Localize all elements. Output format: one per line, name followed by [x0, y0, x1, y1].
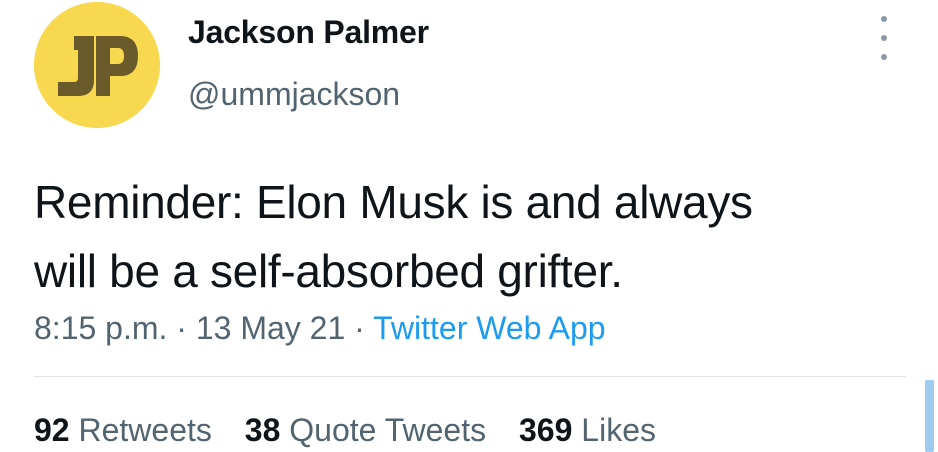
quote-tweets-count: 38	[244, 412, 281, 448]
more-vertical-icon[interactable]	[872, 16, 896, 60]
tweet-time[interactable]: 8:15 p.m.	[34, 310, 167, 346]
likes-label: Likes	[581, 412, 656, 448]
more-dot	[881, 35, 887, 41]
tweet-stats: 92 Retweets 38 Quote Tweets 369 Likes	[34, 412, 680, 449]
quote-tweets-stat[interactable]: 38 Quote Tweets	[245, 412, 486, 448]
avatar[interactable]	[34, 2, 160, 128]
likes-count: 369	[519, 412, 573, 448]
more-dot	[881, 16, 887, 22]
more-dot	[881, 54, 887, 60]
retweets-stat[interactable]: 92 Retweets	[34, 412, 212, 448]
meta-separator: ·	[354, 310, 365, 346]
meta-separator: ·	[176, 310, 187, 346]
tweet-card: Jackson Palmer @ummjackson Reminder: Elo…	[0, 0, 938, 452]
display-name[interactable]: Jackson Palmer	[188, 14, 429, 51]
tweet-meta: 8:15 p.m. · 13 May 21 · Twitter Web App	[34, 310, 606, 347]
quote-tweets-label: Quote Tweets	[289, 412, 487, 448]
scrollbar[interactable]	[925, 380, 934, 452]
retweets-count: 92	[34, 412, 70, 448]
tweet-text-line: Reminder: Elon Musk is and always	[34, 176, 753, 228]
retweets-label: Retweets	[78, 412, 212, 448]
tweet-source-link[interactable]: Twitter Web App	[373, 310, 605, 346]
tweet-date[interactable]: 13 May 21	[196, 310, 345, 346]
user-handle[interactable]: @ummjackson	[188, 76, 400, 113]
avatar-logo	[34, 2, 160, 128]
tweet-text-line: will be a self-absorbed grifter.	[34, 245, 623, 297]
tweet-text: Reminder: Elon Musk is and always will b…	[34, 168, 894, 306]
divider	[34, 376, 906, 377]
likes-stat[interactable]: 369 Likes	[519, 412, 656, 448]
